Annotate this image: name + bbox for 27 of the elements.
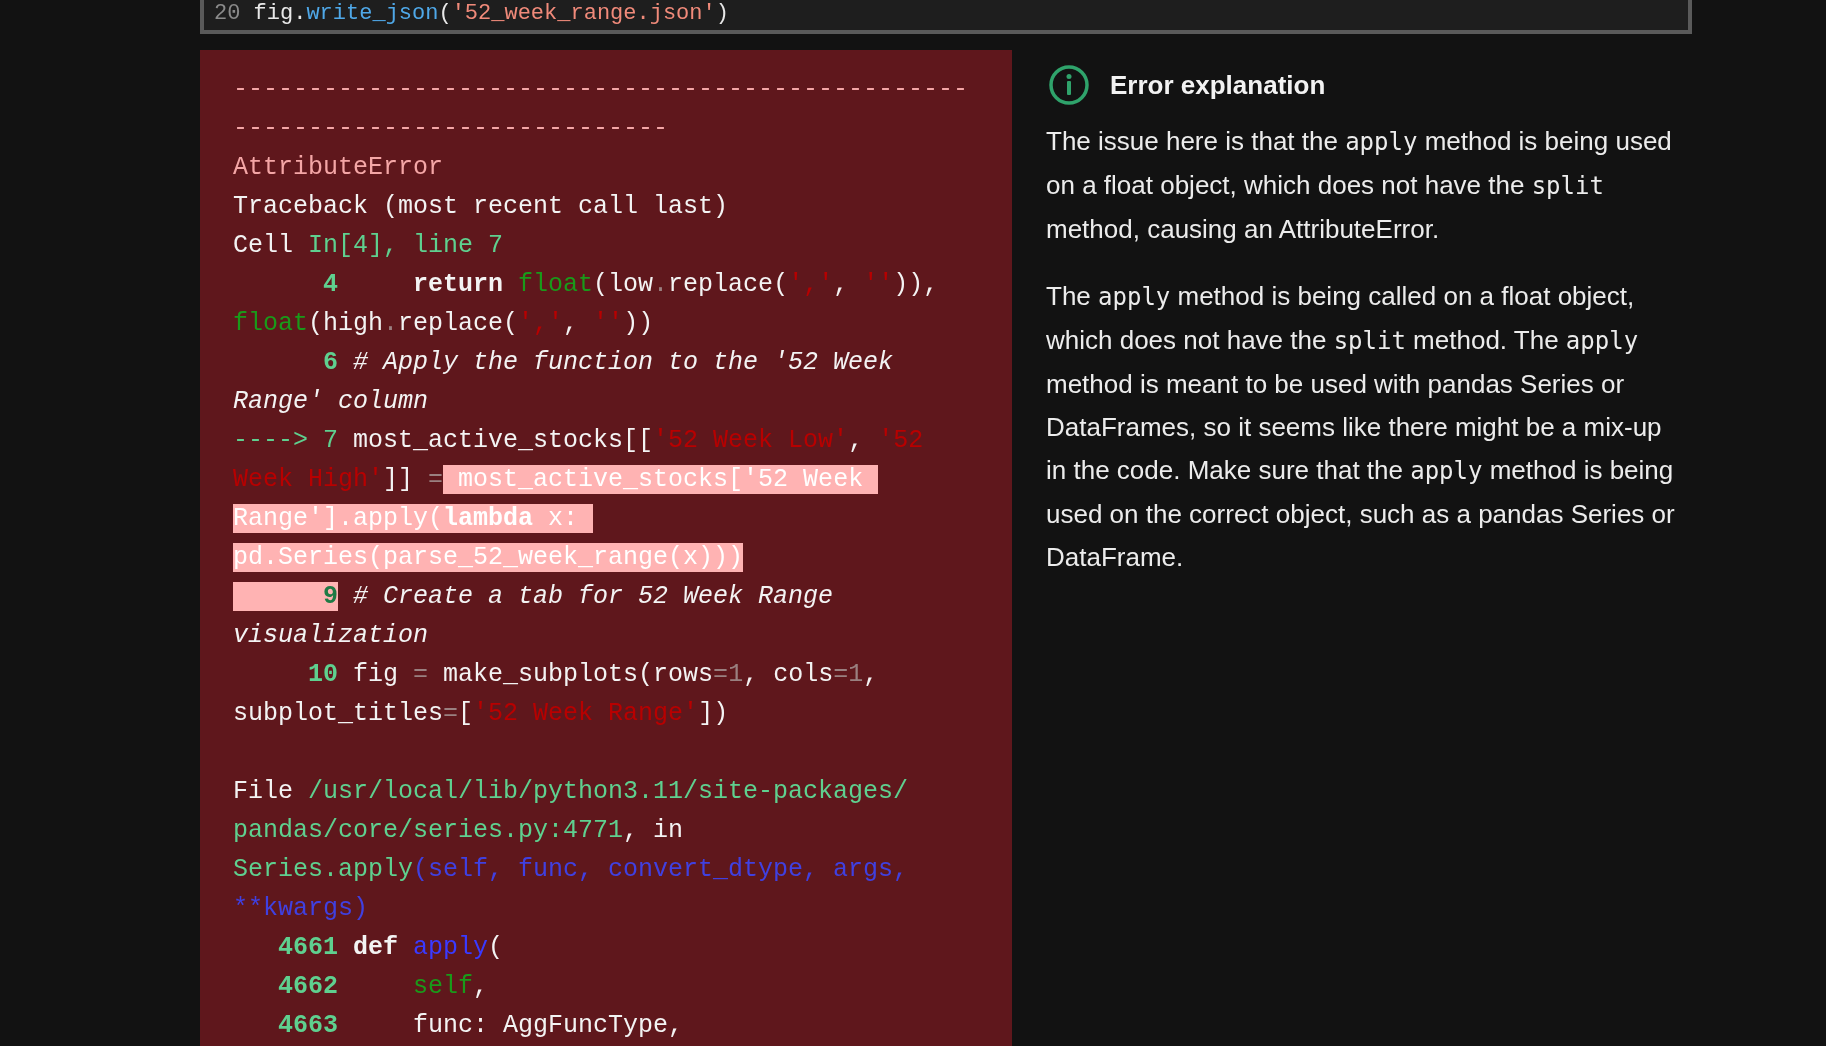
- code-line: visualization: [233, 620, 429, 652]
- code-line: 10 fig = make_subplots(rows=1, cols=1,: [307, 659, 879, 691]
- code-line: 20 fig.write_json('52_week_range.json'): [213, 0, 729, 28]
- code-line: pandas/core/series.py:4771, in: [233, 815, 684, 847]
- section-title: Error explanation: [1110, 68, 1326, 102]
- code-line: File /usr/local/lib/python3.11/site-packages/: [233, 776, 909, 808]
- code-line: Range' column: [233, 386, 429, 418]
- code-line: 6 # Apply the function to the '52 Week: [322, 347, 894, 379]
- explanation-paragraph: The issue here is that the apply method is being used on a float object, which does not have the split method, causing an AttributeError.: [1046, 125, 1673, 246]
- code-line: 4 return float(low.replace(',', '')),: [322, 269, 939, 301]
- info-icon: [1048, 64, 1090, 106]
- code-line: subplot_titles=['52 Week Range']): [233, 698, 729, 730]
- code-line: float(high.replace(',', '')): [233, 308, 654, 340]
- code-line: 4661 def apply(: [277, 932, 504, 964]
- code-line: 4663 func: AggFuncType,: [277, 1010, 684, 1042]
- code-line: Series.apply(self, func, convert_dtype, args,: [233, 854, 909, 886]
- code-line: 4662 self,: [277, 971, 489, 1003]
- code-line: 9 # Create a tab for 52 Week Range: [233, 577, 834, 616]
- code-line: **kwargs): [233, 893, 369, 925]
- code-line: Traceback (most recent call last): [233, 191, 729, 223]
- explanation-paragraph: The apply method is being called on a float object, which does not have the split method. The apply method is meant to be used with pandas Series or DataFrames, so it seems like there might be a mix-up in the code. Make sure that the apply method is being used on the correct object, such as a pandas Series or DataFrame.: [1046, 280, 1676, 574]
- code-line: -------------------------------------------------: [233, 74, 969, 106]
- code-line: AttributeError: [233, 152, 444, 184]
- code-line: Cell In[4], line 7: [233, 230, 504, 262]
- code-line: -----------------------------: [233, 113, 669, 145]
- code-line: Range'].apply(lambda x:: [233, 499, 594, 538]
- code-line: ----> 7 most_active_stocks[['52 Week Low', '52: [233, 425, 924, 457]
